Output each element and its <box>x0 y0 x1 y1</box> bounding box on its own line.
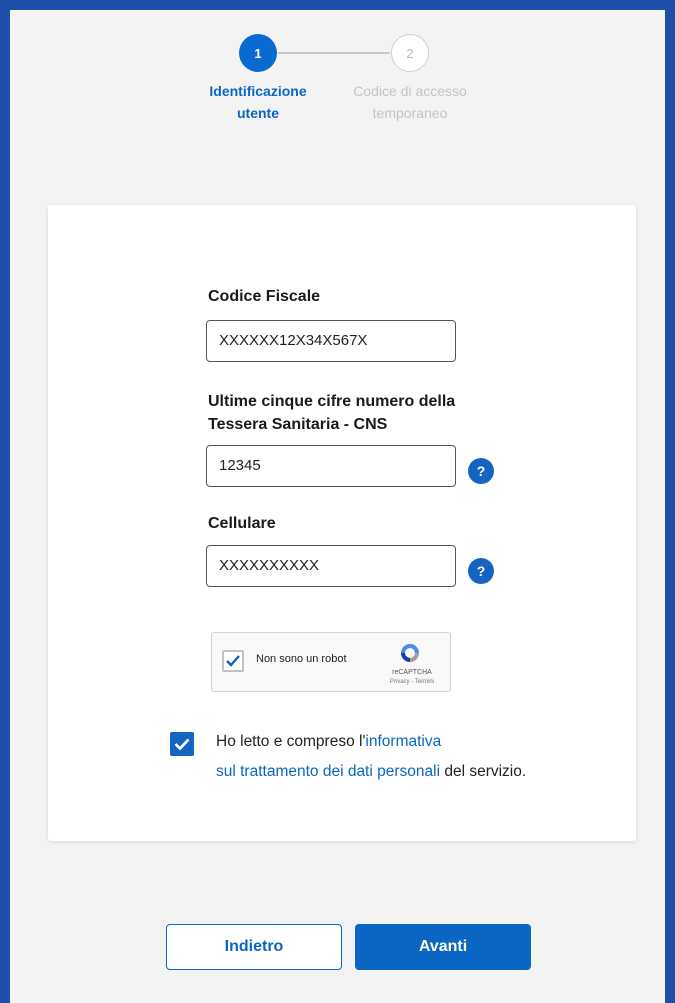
consent-text: Ho letto e compreso l'informativa sul tr… <box>216 727 616 787</box>
tessera-sanitaria-input[interactable]: 12345 <box>206 445 456 487</box>
login-page: 1 2 Identificazione utente Codice di acc… <box>10 10 665 1003</box>
step-2-label-line2: temporaneo <box>372 105 448 121</box>
recaptcha-label: Non sono un robot <box>256 653 347 665</box>
check-icon <box>174 738 190 751</box>
cellulare-input[interactable]: XXXXXXXXXX <box>206 545 456 587</box>
tessera-label-line2: Tessera Sanitaria - CNS <box>208 416 388 433</box>
step-2-label: Codice di accesso temporaneo <box>340 80 480 124</box>
recaptcha-checkbox[interactable] <box>222 650 244 672</box>
recaptcha-terms-link[interactable]: Privacy - Termini <box>382 679 442 685</box>
step-2-label-line1: Codice di accesso <box>353 83 467 99</box>
step-2-indicator: 2 <box>391 34 429 72</box>
privacy-policy-link[interactable]: informativa <box>365 733 441 750</box>
step-1-label: Identificazione utente <box>188 80 328 124</box>
recaptcha-logo-icon <box>401 644 419 662</box>
privacy-policy-link-continued[interactable]: sul trattamento dei dati personali <box>216 763 440 780</box>
consent-checkbox[interactable] <box>170 732 194 756</box>
consent-text-before: Ho letto e compreso l' <box>216 733 366 750</box>
codice-fiscale-label: Codice Fiscale <box>208 288 321 305</box>
recaptcha-widget: Non sono un robot reCAPTCHA Privacy - Te… <box>211 632 451 692</box>
consent-text-after: del servizio. <box>440 763 527 780</box>
tessera-label-line1: Ultime cinque cifre numero della <box>208 393 456 410</box>
recaptcha-brand: reCAPTCHA <box>392 669 432 676</box>
cellulare-help-icon[interactable]: ? <box>468 558 494 584</box>
cellulare-label: Cellulare <box>208 515 276 532</box>
step-1-indicator: 1 <box>239 34 277 72</box>
tessera-label: Ultime cinque cifre numero della Tessera… <box>208 390 455 436</box>
step-1-label-line1: Identificazione <box>209 83 307 99</box>
next-button[interactable]: Avanti <box>355 924 531 970</box>
codice-fiscale-input[interactable]: XXXXXX12X34X567X <box>206 320 456 362</box>
stepper-connector <box>278 52 390 54</box>
back-button[interactable]: Indietro <box>166 924 342 970</box>
tessera-help-icon[interactable]: ? <box>468 458 494 484</box>
identification-form-card: Codice Fiscale XXXXXX12X34X567X Ultime c… <box>48 205 636 841</box>
check-icon <box>226 655 240 667</box>
step-1-label-line2: utente <box>237 105 279 121</box>
